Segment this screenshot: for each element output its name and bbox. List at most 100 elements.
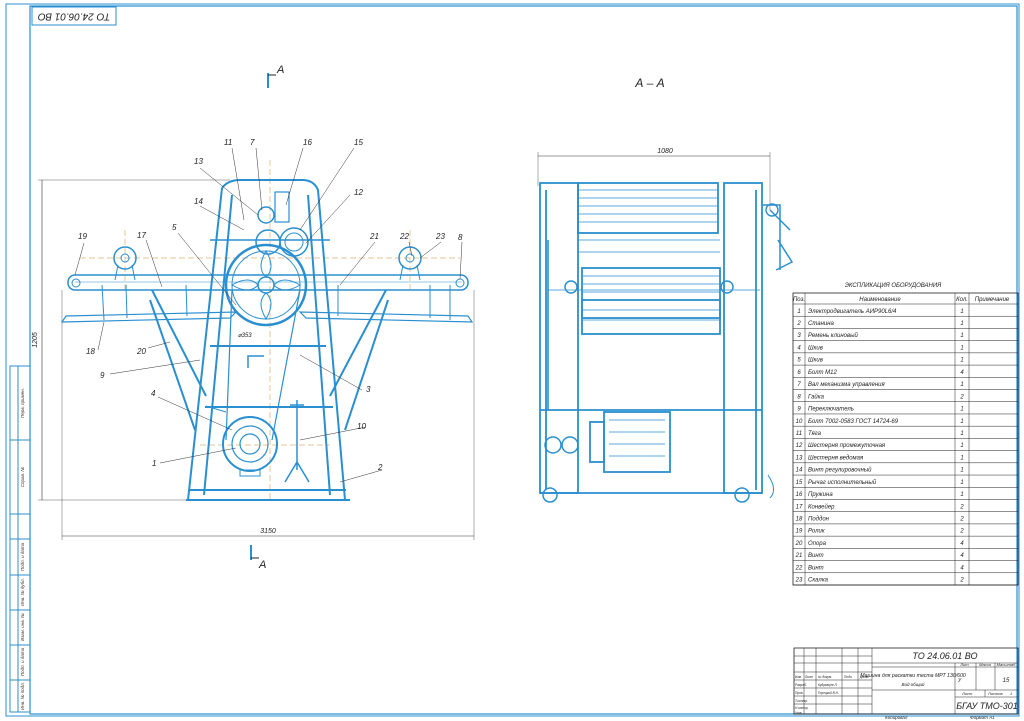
table-cell-pos: 14 bbox=[796, 468, 803, 474]
top-stamp: ТО 24.06.01 ВО bbox=[31, 6, 117, 26]
side-label-6: Инв. № подл. bbox=[20, 682, 25, 710]
table-row: 8 Гайка 2 bbox=[797, 393, 964, 400]
table-cell-name: Вал механизма управления bbox=[808, 382, 886, 388]
table-cell-qty: 1 bbox=[960, 455, 963, 461]
table-cell-name: Шестерня ведомая bbox=[808, 455, 864, 461]
tb-sheet-label: Лист bbox=[961, 691, 973, 696]
table-cell-pos: 12 bbox=[796, 443, 803, 449]
table-row: 19 Ролик 2 bbox=[796, 529, 965, 535]
tb-scale-value: 15 bbox=[1003, 678, 1010, 684]
table-row: 22 Винт 4 bbox=[795, 565, 965, 571]
th-pos: Поз. bbox=[793, 297, 805, 303]
table-row: 21 Винт 4 bbox=[795, 553, 965, 559]
table-cell-pos: 6 bbox=[797, 370, 801, 376]
table-cell-name: Винт регулировочный bbox=[808, 467, 872, 474]
table-row: 6 Болт М12 4 bbox=[797, 370, 964, 376]
svg-text:8: 8 bbox=[458, 233, 463, 242]
table-row: 2 Станина 1 bbox=[796, 321, 963, 327]
svg-text:Лист: Лист bbox=[804, 675, 814, 679]
side-strip: Перв. примен. Справ. № Подп. и дата Инв.… bbox=[9, 365, 31, 713]
table-cell-qty: 4 bbox=[960, 541, 964, 547]
th-note: Примечание bbox=[975, 297, 1010, 303]
table-cell-name: Рычаг исполнительный bbox=[808, 479, 877, 486]
table-row: 20 Опора 4 bbox=[795, 541, 965, 547]
svg-text:23: 23 bbox=[435, 232, 445, 241]
th-name: Наименование bbox=[859, 297, 901, 303]
drawing-sheet: ТО 24.06.01 ВО Перв. примен. Справ. № По… bbox=[5, 3, 1020, 720]
section-marker-bottom: А bbox=[250, 545, 266, 571]
motor-pulley bbox=[222, 416, 278, 477]
dim-height: 1 20 5 bbox=[32, 179, 230, 501]
svg-text:14: 14 bbox=[194, 197, 203, 206]
tb-sheets-value: 1 bbox=[1010, 691, 1012, 696]
table-cell-name: Пружина bbox=[808, 492, 833, 498]
svg-text:5: 5 bbox=[172, 223, 177, 232]
table-cell-name: Переключатель bbox=[808, 407, 854, 413]
table-cell-name: Электродвигатель АИР90L6/4 bbox=[808, 309, 897, 315]
dim-width-label: 3150 bbox=[260, 528, 276, 535]
table-cell-qty: 1 bbox=[960, 419, 963, 425]
svg-text:А: А bbox=[258, 559, 266, 571]
table-row: 18 Поддон 2 bbox=[796, 516, 965, 522]
tb-code: ТО 24.06.01 ВО bbox=[912, 651, 977, 661]
table-row: 11 Тяга 1 bbox=[796, 431, 964, 437]
svg-text:4: 4 bbox=[151, 389, 156, 398]
svg-text:18: 18 bbox=[86, 347, 95, 356]
svg-text:Н.контр.: Н.контр. bbox=[795, 706, 809, 710]
svg-text:13: 13 bbox=[194, 157, 203, 166]
motor-side bbox=[603, 411, 671, 473]
table-cell-qty: 1 bbox=[960, 480, 963, 486]
th-qty: Кол. bbox=[956, 297, 968, 303]
svg-text:20: 20 bbox=[136, 347, 146, 356]
table-cell-pos: 19 bbox=[796, 529, 803, 535]
table-cell-qty: 2 bbox=[959, 504, 964, 510]
front-view: А А 1205 3150 ⌀353 1 2 3 4 5 7 8 9 10 11… bbox=[32, 64, 475, 571]
table-cell-qty: 4 bbox=[960, 565, 964, 571]
lower-roller bbox=[581, 299, 721, 335]
inner-frame bbox=[29, 5, 1018, 715]
table-row: 3 Ремень клиновый 1 bbox=[797, 332, 963, 339]
table-cell-qty: 2 bbox=[959, 394, 964, 400]
top-stamp-code: ТО 24.06.01 ВО bbox=[38, 10, 111, 21]
table-row: 5 Шкив 1 bbox=[797, 358, 963, 364]
table-cell-qty: 2 bbox=[959, 529, 964, 535]
svg-text:15: 15 bbox=[354, 138, 363, 147]
table-row: 14 Винт регулировочный 1 bbox=[796, 467, 964, 474]
table-cell-pos: 5 bbox=[797, 358, 801, 364]
dim-height-label: 1205 bbox=[32, 332, 39, 348]
svg-text:10: 10 bbox=[357, 422, 366, 431]
table-cell-pos: 4 bbox=[797, 345, 801, 351]
tb-copied: Копировал bbox=[885, 715, 908, 720]
table-cell-pos: 10 bbox=[796, 419, 803, 425]
explication-table: ЭКСПЛИКАЦИЯ ОБОРУДОВАНИЯ Поз. Наименован… bbox=[792, 283, 1019, 586]
table-cell-pos: 17 bbox=[796, 504, 803, 510]
tb-subname: Вид общий bbox=[901, 681, 925, 687]
table-cell-name: Шкив bbox=[808, 358, 823, 364]
table-cell-pos: 2 bbox=[796, 321, 801, 327]
table-cell-qty: 2 bbox=[959, 516, 964, 522]
svg-text:11: 11 bbox=[224, 138, 232, 147]
side-label-0: Перв. примен. bbox=[20, 388, 25, 418]
tray-right bbox=[298, 311, 474, 323]
table-cell-pos: 23 bbox=[795, 578, 803, 584]
side-label-4: Взам. инв. № bbox=[20, 613, 25, 641]
screw-10 bbox=[284, 400, 310, 483]
svg-text:16: 16 bbox=[303, 138, 312, 147]
table-row: 16 Пружина 1 bbox=[796, 492, 964, 498]
side-label-3: Инв. № дубл. bbox=[20, 578, 25, 606]
table-cell-name: Шестерня промежуточная bbox=[808, 443, 886, 449]
tb-sheets-label: Листов bbox=[987, 691, 1003, 696]
table-cell-qty: 1 bbox=[960, 443, 963, 449]
tb-col-lit: Лит. bbox=[959, 662, 969, 667]
gear-13 bbox=[257, 206, 275, 224]
side-label-2: Подп. и дата bbox=[20, 542, 25, 571]
table-row: 9 Переключатель 1 bbox=[797, 407, 963, 413]
table-cell-pos: 9 bbox=[797, 407, 801, 413]
svg-text:№ докум.: № докум. bbox=[818, 675, 832, 679]
svg-text:19: 19 bbox=[78, 232, 87, 241]
svg-text:12: 12 bbox=[354, 188, 363, 197]
tb-name: Машина для раскатки теста МРТ 130/600 bbox=[860, 673, 966, 679]
table-cell-name: Станина bbox=[808, 321, 835, 327]
tb-org: БГАУ ТМО-301 bbox=[956, 701, 1018, 711]
svg-text:17: 17 bbox=[137, 231, 146, 240]
